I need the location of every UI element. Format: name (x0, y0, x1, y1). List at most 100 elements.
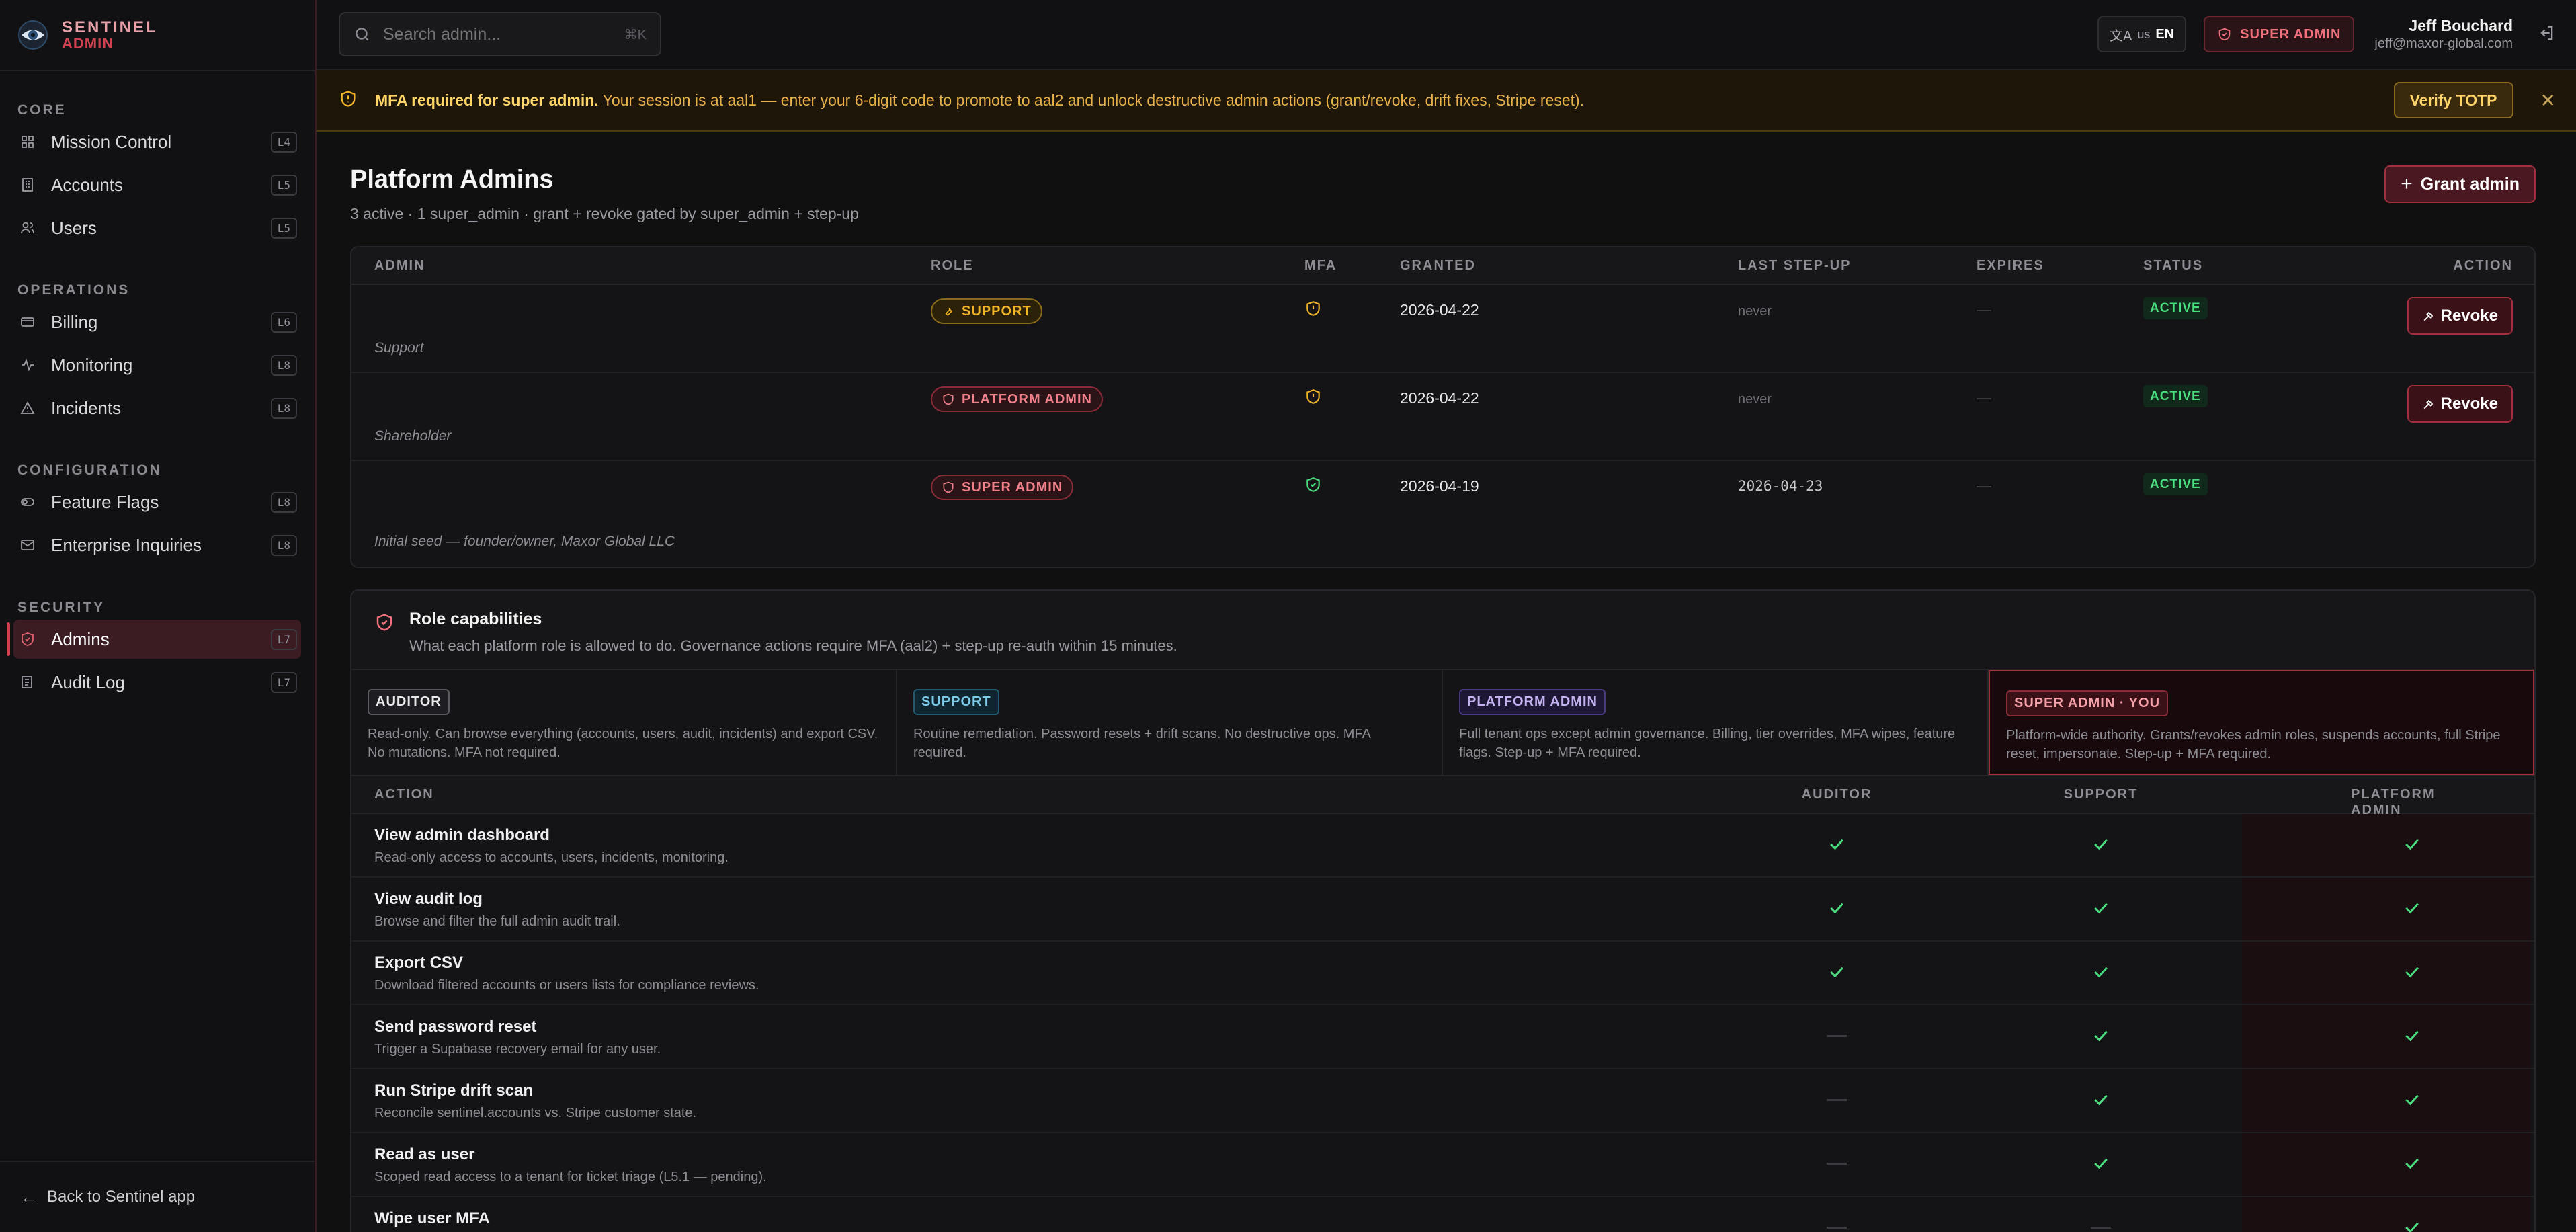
sidebar-item-incidents[interactable]: Incidents L8 (13, 388, 301, 427)
level-badge: L4 (270, 131, 297, 153)
search-input[interactable] (383, 24, 624, 44)
sidebar-item-admins[interactable]: Admins L7 (7, 620, 301, 659)
language-switcher[interactable]: 文A us EN (2097, 16, 2187, 52)
admin-note: Support (374, 340, 424, 356)
column-header: SUPPORT (2063, 787, 2138, 802)
back-to-app-link[interactable]: ← Back to Sentinel app (0, 1161, 315, 1232)
credit-card-icon (17, 312, 38, 332)
check-icon (1827, 898, 1847, 918)
column-header: EXPIRES (1977, 257, 2044, 273)
level-badge: L7 (270, 628, 297, 650)
sentinel-eye-logo (18, 20, 48, 50)
role-chip: PLATFORM ADMIN (1459, 689, 1606, 715)
level-badge: L8 (270, 397, 297, 419)
plus-icon: + (2401, 173, 2413, 195)
user-menu[interactable]: Jeff Bouchard jeff@maxor-global.com (2374, 17, 2513, 52)
capability-name: Send password reset (374, 1018, 537, 1036)
sidebar-item-feature-flags[interactable]: Feature Flags L8 (13, 483, 301, 522)
table-row: Wipe user MFA (351, 1197, 2534, 1232)
shield-icon (17, 629, 38, 649)
mfa-warning-banner: MFA required for super admin. Your sessi… (317, 70, 2576, 132)
revoke-button[interactable]: Revoke (2407, 385, 2513, 423)
role-description-2: PLATFORM ADMIN Full tenant ops except adm… (1443, 670, 1989, 775)
role-tag-label: SUPER ADMIN (962, 479, 1063, 495)
revoke-label: Revoke (2440, 395, 2498, 413)
role-tag: SUPPORT (931, 298, 1042, 324)
check-icon (2091, 1026, 2111, 1046)
mfa-banner-text: MFA required for super admin. Your sessi… (375, 91, 2394, 110)
expires-value: — (1977, 477, 1991, 494)
admin-note: Initial seed — founder/owner, Maxor Glob… (374, 534, 675, 549)
capability-description: Trigger a Supabase recovery email for an… (374, 1042, 661, 1057)
capability-name: Wipe user MFA (374, 1209, 490, 1227)
toggle-icon (17, 492, 38, 512)
nav-section-operations: OPERATIONS Billing L6 Monitoring L8 Incidents… (0, 272, 315, 427)
column-header: MFA (1304, 257, 1337, 273)
activity-icon (17, 355, 38, 375)
search-box[interactable]: ⌘K (339, 12, 661, 56)
super-admin-column-highlight (2242, 878, 2531, 940)
brand-name: SENTINEL (62, 17, 158, 36)
status-badge: ACTIVE (2143, 297, 2208, 319)
nav-section-title: SECURITY (17, 600, 106, 615)
capabilities-subtitle: What each platform role is allowed to do… (409, 637, 1177, 654)
not-allowed-dash (1827, 1035, 1847, 1037)
check-icon (2091, 962, 2111, 982)
capability-description: Browse and filter the full admin audit t… (374, 914, 620, 929)
page-title: Platform Admins (350, 165, 554, 194)
role-descriptions: AUDITOR Read-only. Can browse everything … (351, 670, 2534, 776)
mfa-status-icon (1304, 476, 1322, 497)
sidebar-item-enterprise-inquiries[interactable]: Enterprise Inquiries L8 (13, 526, 301, 565)
capability-description: Download filtered accounts or users list… (374, 978, 759, 993)
wrench-icon (945, 307, 953, 317)
role-chip: SUPER ADMIN · YOU (2006, 690, 2169, 716)
sidebar-item-mission-control[interactable]: Mission Control L4 (13, 122, 301, 161)
role-chip: AUDITOR (368, 689, 450, 715)
nav-section-security: SECURITY Admins L7 Audit Log L7 (0, 589, 315, 702)
sidebar-item-audit-log[interactable]: Audit Log L7 (13, 663, 301, 702)
logout-icon[interactable] (2537, 24, 2556, 46)
level-badge: L7 (270, 671, 297, 693)
sidebar: SENTINEL ADMIN CORE Mission Control L4 Acco… (0, 0, 317, 1232)
super-admin-column-highlight (2242, 1069, 2531, 1132)
user-email: jeff@maxor-global.com (2374, 36, 2513, 51)
table-row: View audit log Browse and filter the full… (351, 878, 2534, 942)
role-description-3: SUPER ADMIN · YOU Platform-wide authority… (1989, 670, 2534, 775)
main-area: ⌘K 文A us EN SUPER ADMIN Jeff Bouchard je… (317, 0, 2576, 1232)
not-allowed-dash (1827, 1099, 1847, 1101)
sidebar-item-monitoring[interactable]: Monitoring L8 (13, 345, 301, 384)
capabilities-table-body: View admin dashboard Read-only access to … (351, 814, 2534, 1232)
flag-label: us (2137, 27, 2151, 41)
check-icon (1827, 834, 1847, 854)
sidebar-nav: CORE Mission Control L4 Accounts L5 Users L5 OP… (0, 91, 315, 702)
role-description-text: Full tenant ops except admin governance.… (1459, 727, 1956, 760)
verify-totp-button[interactable]: Verify TOTP (2393, 82, 2513, 118)
hammer-icon (2423, 311, 2433, 321)
column-header: LAST STEP-UP (1738, 257, 1852, 273)
capability-name: View audit log (374, 890, 483, 908)
shield-icon (943, 393, 954, 405)
sidebar-item-accounts[interactable]: Accounts L5 (13, 165, 301, 204)
role-description-text: Platform-wide authority. Grants/revokes … (2006, 728, 2501, 762)
sidebar-item-billing[interactable]: Billing L6 (13, 302, 301, 341)
capability-description: Read-only access to accounts, users, inc… (374, 850, 729, 865)
table-row: Send password reset Trigger a Supabase re… (351, 1005, 2534, 1069)
role-tag: PLATFORM ADMIN (931, 386, 1103, 412)
sidebar-item-users[interactable]: Users L5 (13, 208, 301, 247)
role-capabilities-card: Role capabilities What each platform rol… (350, 589, 2536, 1232)
check-icon (2091, 1090, 2111, 1110)
revoke-button[interactable]: Revoke (2407, 297, 2513, 335)
level-badge: L5 (270, 217, 297, 239)
super-admin-column-highlight (2242, 1005, 2531, 1068)
check-icon (2091, 898, 2111, 918)
close-icon[interactable]: ✕ (2540, 89, 2556, 112)
nav-section-core: CORE Mission Control L4 Accounts L5 Users L5 (0, 91, 315, 247)
sidebar-item-label: Mission Control (51, 131, 172, 152)
sidebar-item-label: Audit Log (51, 671, 125, 692)
table-row: View admin dashboard Read-only access to … (351, 814, 2534, 878)
last-step-up: never (1738, 392, 1772, 407)
page-subtitle: 3 active · 1 super_admin · grant + revok… (350, 205, 859, 222)
role-description-text: Routine remediation. Password resets + d… (913, 727, 1370, 760)
grant-admin-button[interactable]: + Grant admin (2384, 165, 2536, 203)
brand[interactable]: SENTINEL ADMIN (0, 0, 315, 71)
